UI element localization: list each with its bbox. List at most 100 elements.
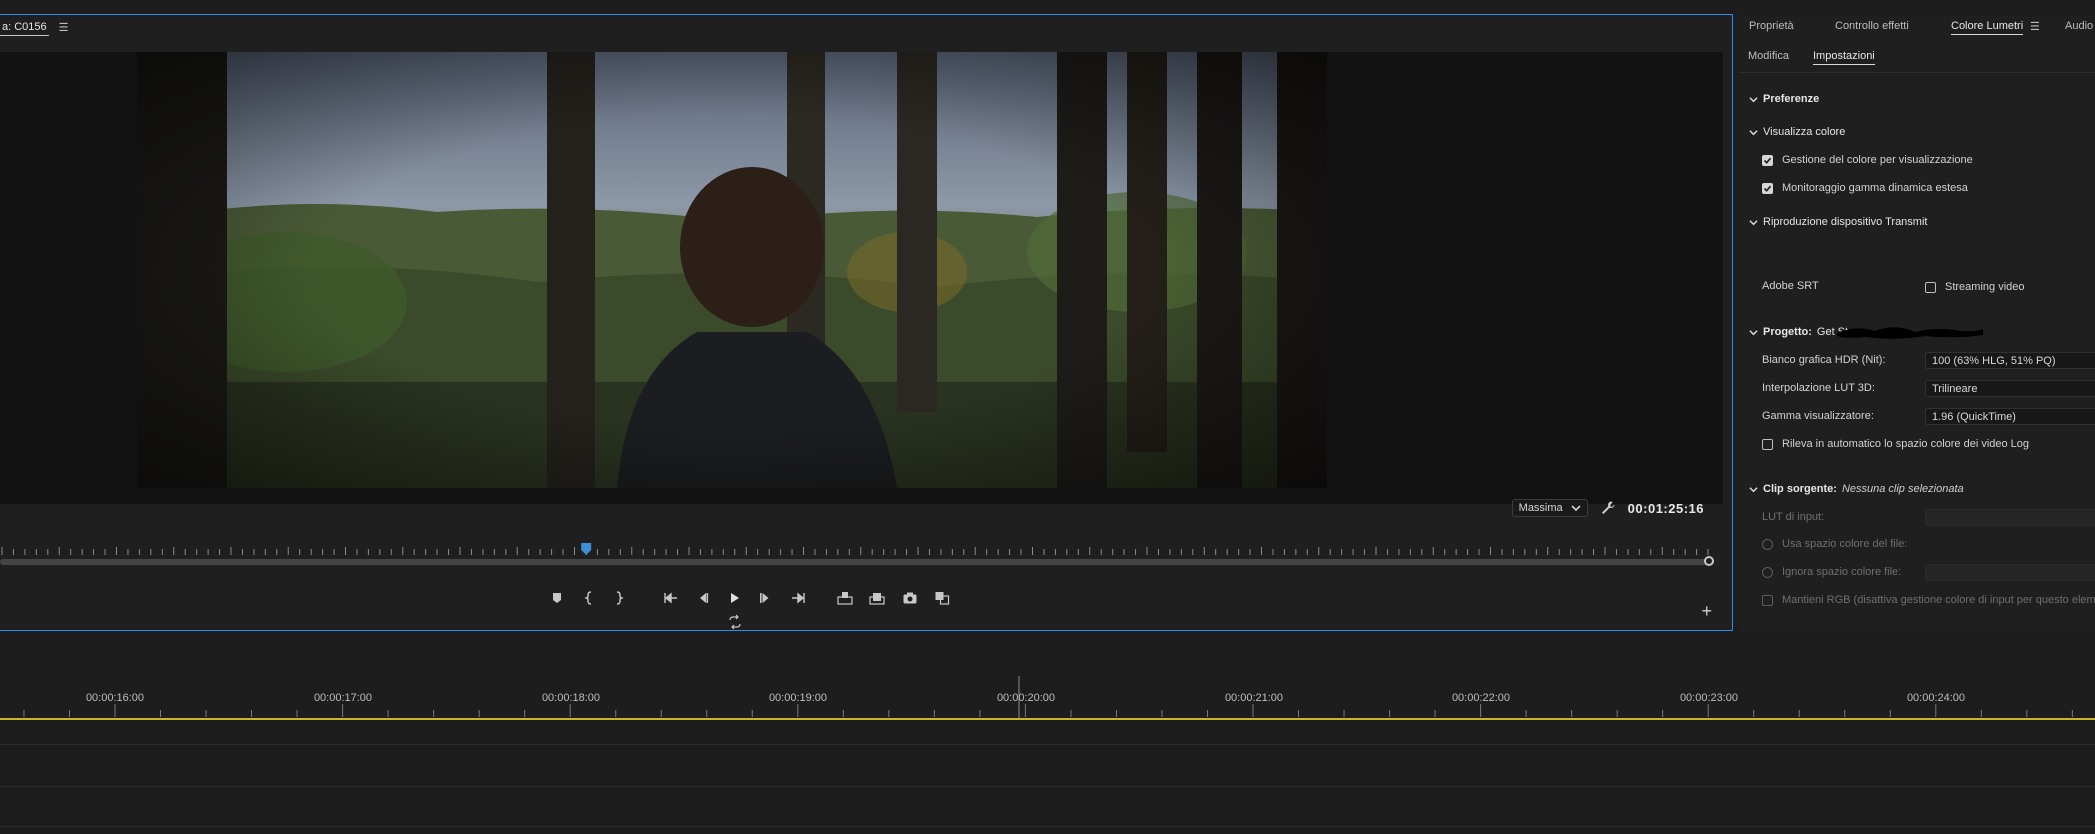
comparison-view-button[interactable]: [931, 587, 953, 609]
chevron-down-icon: [1571, 504, 1581, 511]
section-visualizza-colore[interactable]: Visualizza colore: [1749, 126, 1845, 138]
gestione-colore-checkbox[interactable]: [1762, 154, 1773, 166]
section-progetto[interactable]: Progetto: Get Star: [1749, 326, 1983, 339]
step-forward-button[interactable]: [754, 587, 776, 609]
monitoraggio-label: Monitoraggio gamma dinamica estesa: [1782, 182, 1968, 194]
gestione-colore-label: Gestione del colore per visualizzazione: [1782, 154, 1973, 166]
chevron-down-icon: [1749, 96, 1758, 102]
ignora-spazio-option[interactable]: Ignora spazio colore file:: [1762, 566, 1901, 578]
interpolazione-lut-dropdown[interactable]: Trilineare: [1925, 380, 2095, 397]
transport-controls: [0, 587, 1723, 630]
go-to-in-button[interactable]: [660, 587, 682, 609]
overwrite-button[interactable]: [866, 587, 888, 609]
timeline-time-label: 00:00:18:00: [541, 692, 601, 704]
step-forward-icon: [760, 593, 769, 603]
playback-resolution-dropdown[interactable]: Massima: [1511, 499, 1588, 517]
zoom-scrollbar-handle[interactable]: [1704, 556, 1714, 566]
play-icon: [731, 593, 739, 603]
rileva-label: Rileva in automatico lo spazio colore de…: [1782, 438, 2030, 450]
go-to-out-icon: [792, 592, 805, 604]
adobe-srt-label: Adobe SRT: [1762, 280, 1819, 292]
insert-icon: [837, 592, 853, 605]
ignora-spazio-label: Ignora spazio colore file:: [1782, 566, 1902, 578]
timeline-ruler[interactable]: [0, 636, 2095, 718]
section-riproduzione[interactable]: Riproduzione dispositivo Transmit: [1749, 216, 1927, 228]
step-back-button[interactable]: [692, 587, 714, 609]
mantieni-rgb-option[interactable]: Mantieni RGB (disattiva gestione colore …: [1762, 594, 2095, 606]
gamma-dropdown[interactable]: 1.96 (QuickTime): [1925, 408, 2095, 425]
tab-effect-controls[interactable]: Controllo effetti: [1835, 20, 1909, 32]
monitoraggio-checkbox[interactable]: [1762, 182, 1773, 194]
mantieni-rgb-label: Mantieni RGB (disattiva gestione colore …: [1782, 594, 2095, 606]
playback-resolution-value: Massima: [1518, 502, 1563, 514]
timeline-work-area-bar[interactable]: [0, 718, 2095, 720]
zoom-scrollbar[interactable]: [0, 556, 1714, 566]
section-clip-sorgente[interactable]: Clip sorgente: Nessuna clip selezionata: [1749, 483, 1964, 495]
lut-input-field[interactable]: [1925, 509, 2095, 526]
step-back-icon: [700, 593, 709, 603]
playhead-marker[interactable]: [581, 543, 592, 555]
streaming-video-label: Streaming video: [1945, 281, 2025, 293]
timeline-time-label: 00:00:20:00: [996, 692, 1056, 704]
monitor-tab[interactable]: a: C0156 ☰: [0, 15, 69, 39]
mantieni-rgb-checkbox[interactable]: [1762, 594, 1773, 606]
add-button-icon[interactable]: +: [1701, 601, 1712, 622]
timeline-time-label: 00:00:19:00: [768, 692, 828, 704]
tab-menu-icon[interactable]: ☰: [2030, 20, 2040, 33]
monitor-tab-label[interactable]: a: C0156: [0, 19, 49, 36]
section-clip-sorgente-label: Clip sorgente:: [1763, 483, 1837, 495]
section-preferenze[interactable]: Preferenze: [1749, 93, 1819, 105]
tab-properties[interactable]: Proprietà: [1749, 20, 1794, 32]
usa-spazio-option[interactable]: Usa spazio colore del file:: [1762, 538, 1907, 550]
go-to-out-button[interactable]: [787, 587, 809, 609]
monitor-time-ruler[interactable]: [0, 531, 1723, 561]
track-divider: [0, 826, 2095, 827]
checkmark-icon: [1763, 157, 1772, 164]
lut-input-label: LUT di input:: [1762, 511, 1825, 523]
section-preferenze-label: Preferenze: [1763, 93, 1820, 105]
rileva-option[interactable]: Rileva in automatico lo spazio colore de…: [1762, 438, 2029, 450]
ignora-spazio-radio[interactable]: [1762, 566, 1773, 578]
loop-playback-button[interactable]: [724, 611, 746, 633]
section-riproduzione-label: Riproduzione dispositivo Transmit: [1763, 216, 1928, 228]
ignora-spazio-field[interactable]: [1925, 564, 2095, 581]
rileva-checkbox[interactable]: [1762, 438, 1773, 450]
wrench-icon[interactable]: [1600, 500, 1616, 516]
camera-icon: [903, 592, 917, 604]
tab-audio[interactable]: Audio: [2065, 20, 2093, 32]
playhead-timecode[interactable]: 00:01:25:16: [1628, 501, 1704, 516]
add-marker-button[interactable]: [546, 587, 568, 609]
video-frame[interactable]: [137, 52, 1327, 488]
gestione-colore-option[interactable]: Gestione del colore per visualizzazione: [1762, 154, 1973, 166]
bianco-grafica-dropdown[interactable]: 100 (63% HLG, 51% PQ): [1925, 352, 2095, 369]
marker-icon: [553, 593, 561, 603]
timeline-time-label: 00:00:21:00: [1224, 692, 1284, 704]
subtab-impostazioni[interactable]: Impostazioni: [1813, 50, 1875, 65]
loop-icon: [729, 614, 741, 630]
export-frame-button[interactable]: [899, 587, 921, 609]
usa-spazio-radio[interactable]: [1762, 538, 1773, 550]
bianco-grafica-label: Bianco grafica HDR (Nit):: [1762, 354, 1886, 366]
subtab-modifica[interactable]: Modifica: [1748, 50, 1789, 62]
mark-in-button[interactable]: [578, 587, 600, 609]
chevron-down-icon: [1749, 329, 1758, 335]
timeline-ticks: [23, 704, 2073, 717]
panel-divider: [1739, 72, 2095, 73]
streaming-video-option[interactable]: Streaming video: [1925, 281, 2025, 293]
chevron-down-icon: [1749, 219, 1758, 225]
hamburger-menu-icon[interactable]: ☰: [59, 21, 69, 34]
chevron-down-icon: [1749, 486, 1758, 492]
section-progetto-label: Progetto:: [1763, 326, 1812, 338]
mark-out-button[interactable]: [608, 587, 630, 609]
video-viewport: [0, 52, 1723, 504]
nessuna-clip-label: Nessuna clip selezionata: [1841, 483, 1964, 495]
play-button[interactable]: [723, 587, 745, 609]
project-name: Get Star: [1817, 326, 1983, 339]
section-visualizza-colore-label: Visualizza colore: [1763, 126, 1846, 138]
timeline-time-label: 00:00:17:00: [313, 692, 373, 704]
monitoraggio-option[interactable]: Monitoraggio gamma dinamica estesa: [1762, 182, 1968, 194]
tab-lumetri-color[interactable]: Colore Lumetri: [1951, 20, 2024, 35]
comparison-view-icon: [935, 592, 950, 605]
insert-button[interactable]: [834, 587, 856, 609]
streaming-video-checkbox[interactable]: [1925, 281, 1936, 293]
